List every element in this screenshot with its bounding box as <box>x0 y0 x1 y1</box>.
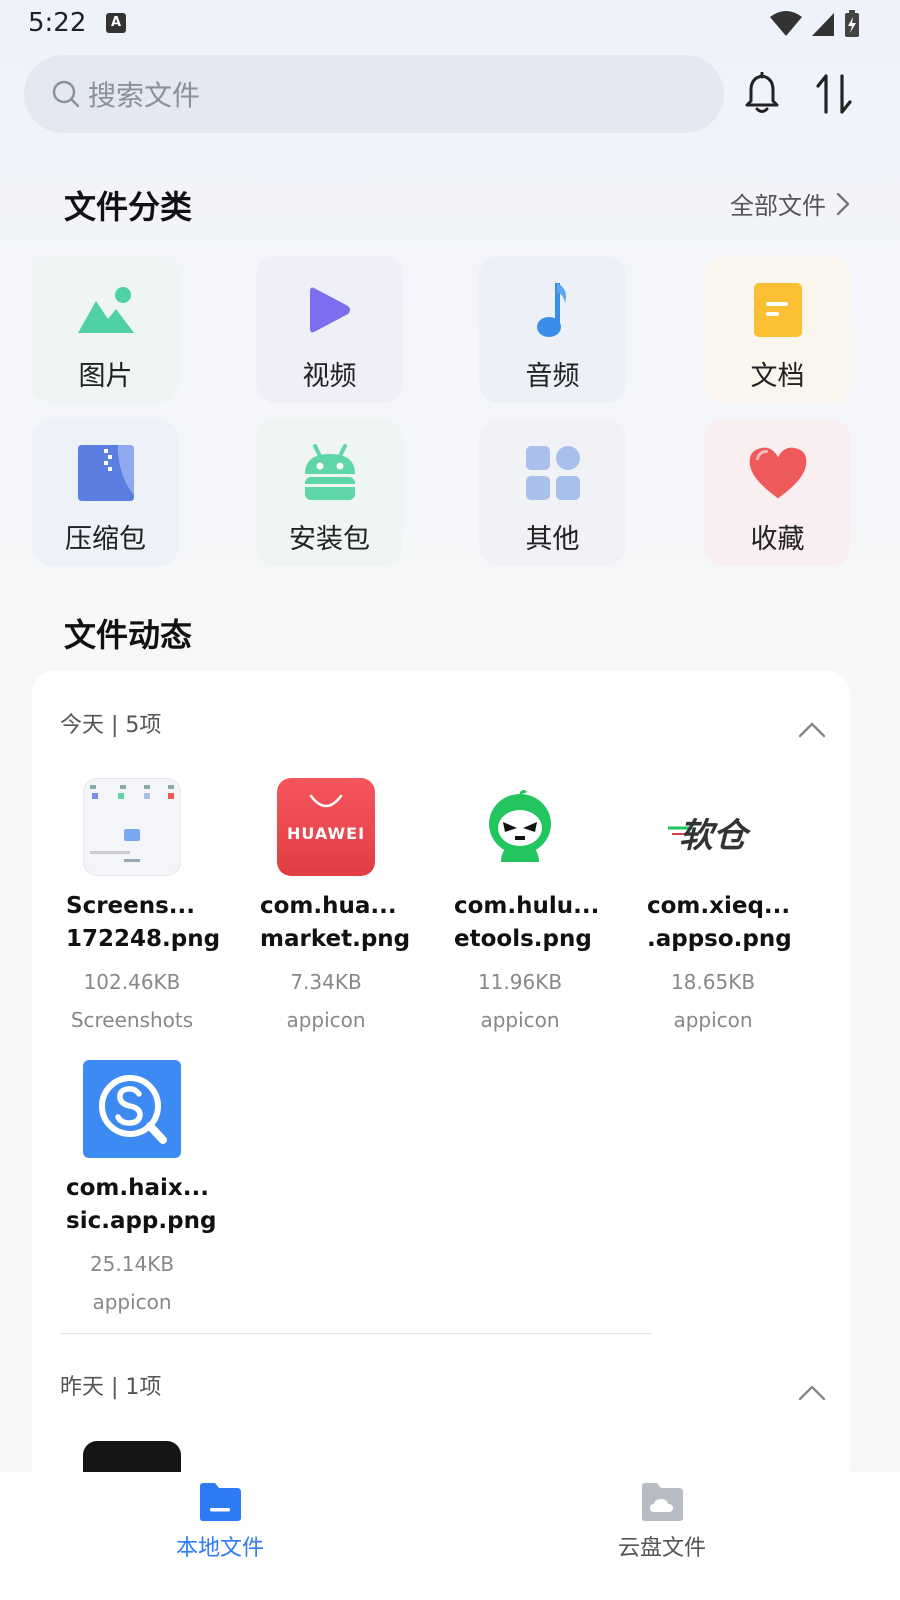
file-item[interactable]: com.haix... sic.app.png 25.14KB appicon <box>66 1060 256 1314</box>
other-grid-icon <box>523 443 583 503</box>
category-label: 音频 <box>525 361 580 392</box>
file-item[interactable]: HUAWEI com.hua... market.png 7.34KB appic… <box>260 778 450 1032</box>
ruancang-appicon: 软仓 <box>664 778 762 876</box>
category-favorites[interactable]: 收藏 <box>704 419 851 566</box>
notification-bell-icon[interactable] <box>742 72 782 116</box>
image-icon <box>76 280 136 340</box>
category-label: 图片 <box>78 361 133 392</box>
android-package-icon <box>300 443 360 503</box>
file-item[interactable]: 软仓 com.xieq... .appso.png 18.65KB appicon <box>647 778 837 1032</box>
cellular-signal-icon <box>812 13 834 36</box>
file-size: 7.34KB <box>290 970 362 994</box>
group-header-yesterday: 昨天 | 1项 <box>60 1375 162 1400</box>
file-name: com.xieq... .appso.png <box>647 893 792 952</box>
bottom-navigation: 本地文件 云盘文件 <box>0 1472 900 1600</box>
huawei-text: HUAWEI <box>286 824 366 843</box>
cloud-folder-icon <box>642 1483 683 1521</box>
file-name: com.hua... market.png <box>260 893 411 952</box>
all-files-label: 全部文件 <box>730 192 826 220</box>
nav-cloud-files[interactable]: 云盘文件 <box>612 1482 712 1562</box>
collapse-chevron-up-icon[interactable] <box>798 1383 826 1403</box>
file-source: appicon <box>286 1008 366 1032</box>
file-source: appicon <box>92 1290 172 1314</box>
category-archives[interactable]: 压缩包 <box>32 419 179 566</box>
file-size: 102.46KB <box>83 970 181 994</box>
file-source: appicon <box>673 1008 753 1032</box>
status-icons <box>770 10 860 38</box>
category-label: 安装包 <box>289 524 370 555</box>
battery-charging-icon <box>845 10 859 37</box>
category-label: 压缩包 <box>65 524 146 555</box>
group-header-today: 今天 | 5项 <box>60 713 162 738</box>
accessibility-a-icon: A <box>106 13 126 33</box>
wifi-icon <box>770 11 802 36</box>
file-size: 25.14KB <box>89 1252 175 1276</box>
huawei-appicon: HUAWEI <box>277 778 375 876</box>
file-name: Screens... 172248.png <box>66 893 221 952</box>
category-label: 视频 <box>302 361 357 392</box>
file-source: Screenshots <box>70 1008 194 1032</box>
nav-label: 本地文件 <box>175 1536 264 1561</box>
screenshot-thumb <box>83 778 181 876</box>
heart-favorite-icon <box>748 443 808 503</box>
nav-label: 云盘文件 <box>617 1536 706 1561</box>
green-gourd-appicon <box>471 778 569 876</box>
file-name: com.haix... sic.app.png <box>66 1175 217 1234</box>
file-size: 11.96KB <box>477 970 563 994</box>
category-label: 其他 <box>525 524 580 555</box>
status-time: 5:22 <box>28 8 87 38</box>
folder-icon <box>200 1483 241 1521</box>
document-icon <box>748 280 808 340</box>
file-name: com.hulu... etools.png <box>454 893 600 952</box>
search-icon <box>52 80 80 108</box>
zip-archive-icon <box>76 443 136 503</box>
category-documents[interactable]: 文档 <box>704 256 851 403</box>
music-note-icon <box>523 280 583 340</box>
file-item[interactable]: Screens... 172248.png 102.46KB Screenshot… <box>66 778 256 1032</box>
ruancang-text: 软仓 <box>679 816 747 856</box>
file-source: appicon <box>480 1008 560 1032</box>
categories-title: 文件分类 <box>64 188 193 226</box>
video-play-icon <box>300 280 360 340</box>
sort-icon[interactable] <box>814 72 854 116</box>
search-s-appicon <box>83 1060 181 1158</box>
activity-title: 文件动态 <box>64 616 193 654</box>
search-input[interactable]: 搜索文件 <box>24 55 724 133</box>
category-videos[interactable]: 视频 <box>256 256 403 403</box>
category-label: 文档 <box>750 361 805 392</box>
category-label: 收藏 <box>750 524 805 555</box>
group-divider <box>60 1333 652 1334</box>
category-audio[interactable]: 音频 <box>479 256 626 403</box>
collapse-chevron-up-icon[interactable] <box>798 720 826 740</box>
category-packages[interactable]: 安装包 <box>256 419 403 566</box>
status-bar: 5:22 A <box>0 0 900 48</box>
file-item[interactable]: com.hulu... etools.png 11.96KB appicon <box>454 778 644 1032</box>
search-placeholder: 搜索文件 <box>88 79 201 112</box>
all-files-link[interactable]: 全部文件 <box>730 186 850 221</box>
chevron-right-icon <box>836 192 850 215</box>
category-images[interactable]: 图片 <box>32 256 179 403</box>
file-size: 18.65KB <box>670 970 756 994</box>
nav-local-files[interactable]: 本地文件 <box>170 1482 270 1562</box>
yesterday-file-thumb[interactable] <box>83 1441 181 1472</box>
category-other[interactable]: 其他 <box>479 419 626 566</box>
